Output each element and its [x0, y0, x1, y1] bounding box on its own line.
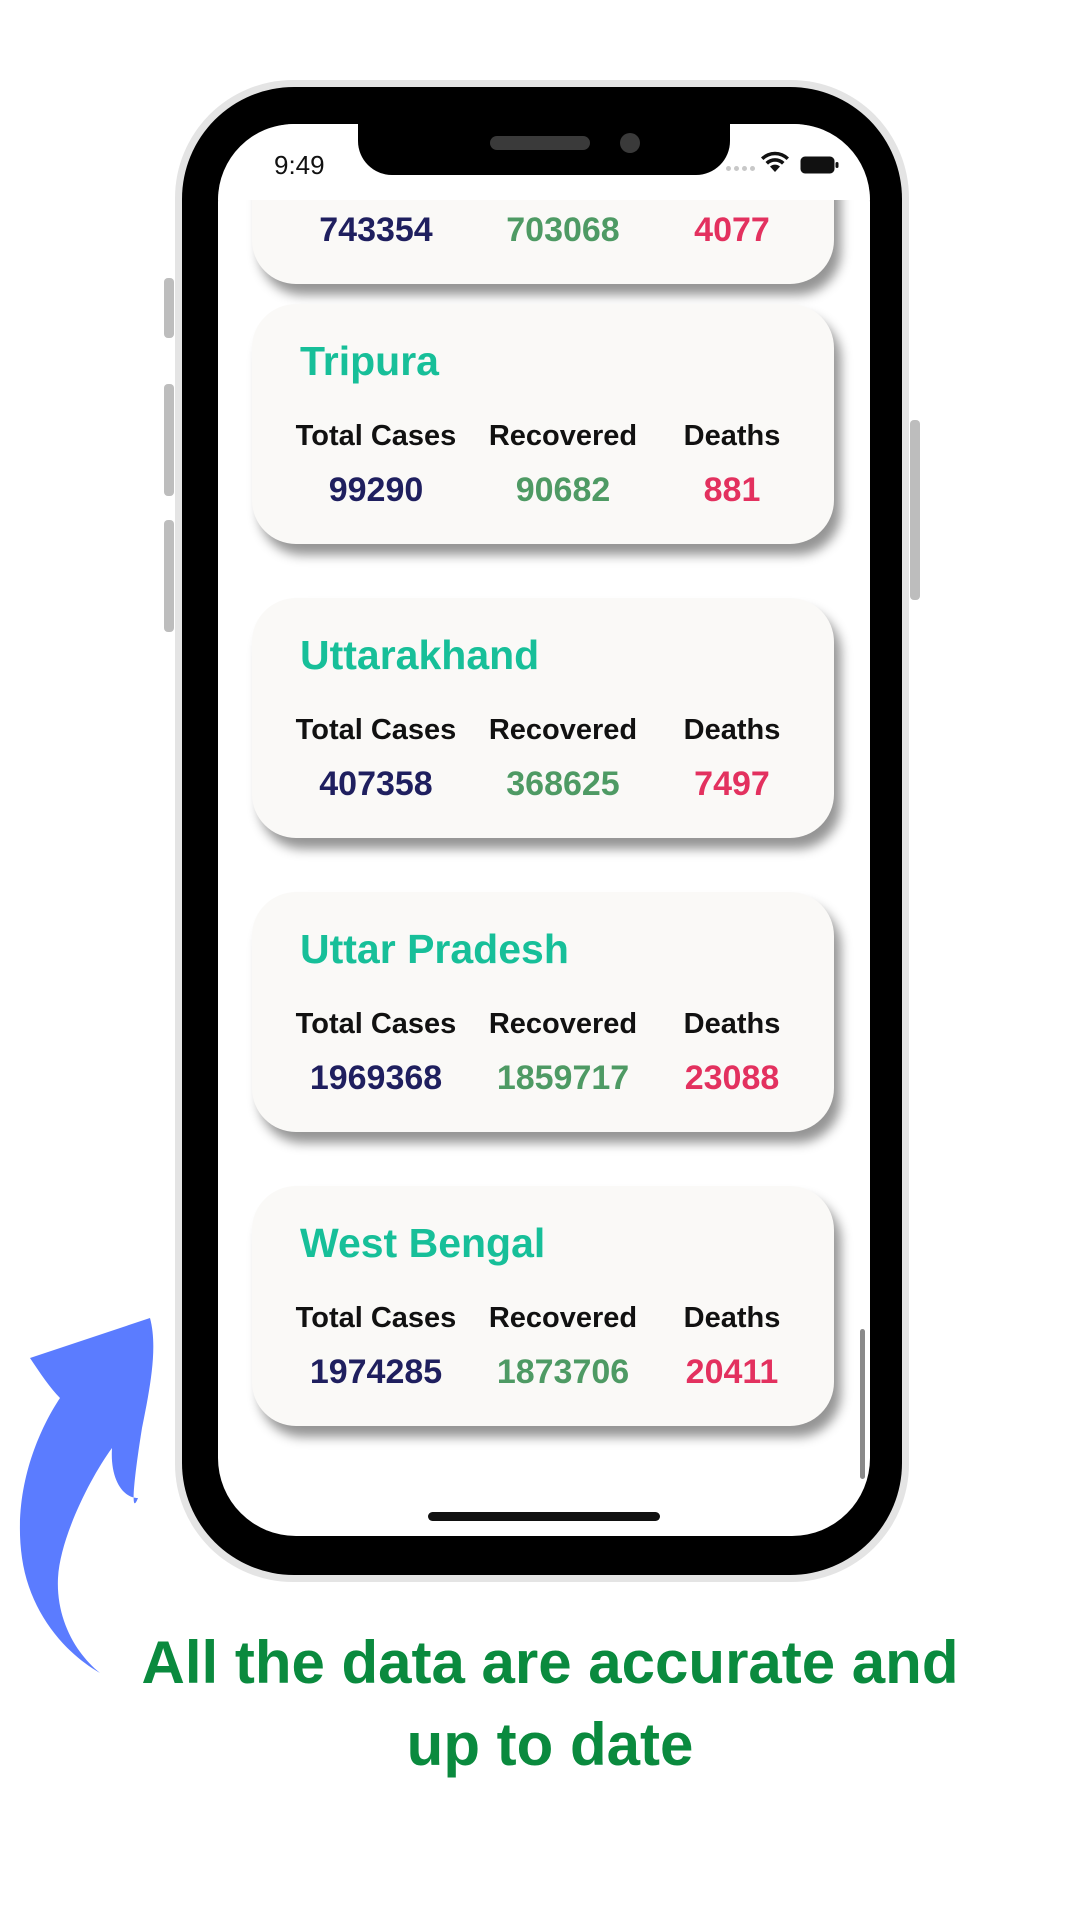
speaker-grille	[490, 136, 590, 150]
silent-switch	[164, 278, 174, 338]
battery-icon	[800, 156, 839, 174]
deaths-column: Deaths 23088	[652, 1008, 812, 1098]
caption-line-1: All the data are accurate and	[141, 1629, 959, 1696]
state-name: Uttar Pradesh	[300, 926, 569, 972]
recovered-value: 1873706	[496, 1353, 630, 1391]
state-card[interactable]: Uttarakhand Total Cases 407358 Recovered…	[252, 598, 834, 838]
total-label: Total Cases	[295, 420, 457, 452]
total-value: 1974285	[309, 1353, 443, 1391]
deaths-value: 4077	[694, 211, 770, 249]
deaths-label: Deaths	[683, 420, 781, 452]
deaths-column: Deaths 20411	[652, 1302, 812, 1392]
deaths-column: Deaths 7497	[652, 714, 812, 804]
signal-icon	[726, 166, 756, 172]
total-label: Total Cases	[295, 1008, 457, 1040]
total-column: Total Cases 99290	[280, 420, 472, 510]
caption-line-2: up to date	[406, 1711, 694, 1778]
recovered-value: 368625	[506, 765, 620, 803]
recovered-column: Recovered 368625	[478, 714, 648, 804]
power-button	[910, 420, 920, 600]
volume-up-button	[164, 384, 174, 496]
deaths-column: Deaths 881	[652, 420, 812, 510]
deaths-label: Deaths	[683, 1008, 781, 1040]
total-label: Total Cases	[295, 714, 457, 746]
total-value: 407358	[319, 765, 433, 803]
deaths-label: Deaths	[683, 714, 781, 746]
total-value: 99290	[328, 471, 424, 509]
scroll-indicator[interactable]	[860, 1329, 865, 1479]
home-indicator[interactable]	[428, 1512, 660, 1521]
total-label: Total Cases	[295, 1302, 457, 1334]
total-column: Total Cases 407358	[280, 714, 472, 804]
recovered-column: Recovered 1859717	[478, 1008, 648, 1098]
recovered-label: Recovered	[488, 1302, 638, 1334]
total-value: 1969368	[309, 1059, 443, 1097]
volume-down-button	[164, 520, 174, 632]
deaths-label: Deaths	[683, 1302, 781, 1334]
recovered-label: Recovered	[488, 714, 638, 746]
recovered-label: Recovered	[488, 1008, 638, 1040]
deaths-value: 23088	[684, 1059, 780, 1097]
recovered-value: 703068	[506, 211, 620, 249]
promo-caption: All the data are accurate and up to date	[60, 1622, 1040, 1786]
total-column: Total Cases 1969368	[280, 1008, 472, 1098]
state-list[interactable]: Total Cases 743354 Recovered 703068 Deat…	[218, 124, 870, 1536]
wifi-icon	[761, 151, 789, 172]
deaths-value: 7497	[694, 765, 770, 803]
deaths-value: 881	[703, 471, 761, 509]
total-value: 743354	[319, 211, 433, 249]
state-name: West Bengal	[300, 1220, 546, 1266]
state-card[interactable]: West Bengal Total Cases 1974285 Recovere…	[252, 1186, 834, 1426]
state-card[interactable]: Uttar Pradesh Total Cases 1969368 Recove…	[252, 892, 834, 1132]
recovered-value: 1859717	[496, 1059, 630, 1097]
state-name: Tripura	[300, 338, 439, 384]
total-column: Total Cases 1974285	[280, 1302, 472, 1392]
recovered-column: Recovered 90682	[478, 420, 648, 510]
status-time: 9:49	[274, 150, 325, 180]
recovered-value: 90682	[515, 471, 611, 509]
state-card[interactable]: Tripura Total Cases 99290 Recovered 9068…	[252, 304, 834, 544]
front-camera	[620, 133, 640, 153]
state-name: Uttarakhand	[300, 632, 540, 678]
deaths-value: 20411	[685, 1353, 779, 1391]
phone-screen: Total Cases 743354 Recovered 703068 Deat…	[218, 124, 870, 1536]
recovered-label: Recovered	[488, 420, 638, 452]
recovered-column: Recovered 1873706	[478, 1302, 648, 1392]
